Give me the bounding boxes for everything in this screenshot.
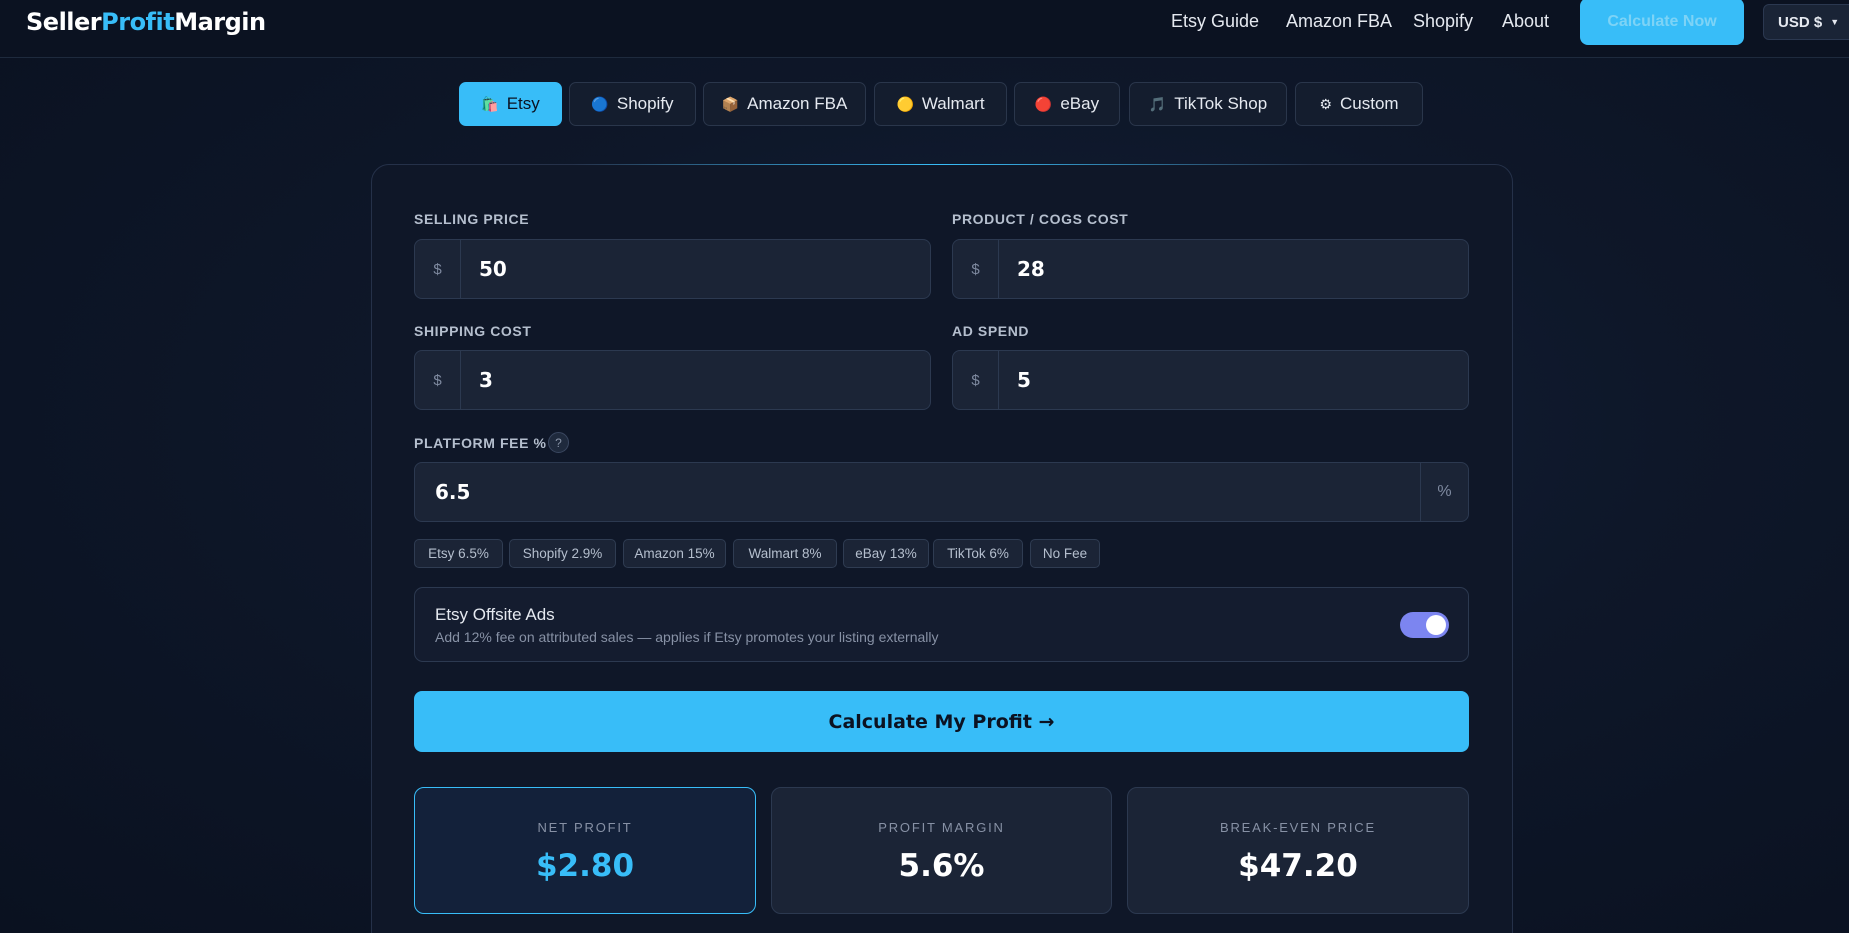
fee-preset-tiktok[interactable]: TikTok 6% [933, 539, 1023, 568]
blue-circle-icon: 🔵 [591, 96, 609, 112]
net-profit-value: $2.80 [535, 848, 635, 884]
fee-preset-amazon[interactable]: Amazon 15% [623, 539, 726, 568]
site-logo[interactable]: SellerProfitMargin [26, 8, 266, 36]
profit-margin-value: 5.6% [898, 848, 985, 884]
platform-fee-value: 6.5 [435, 480, 471, 504]
platform-fee-input[interactable]: 6.5 % [414, 462, 1469, 522]
tab-walmart[interactable]: 🟡 Walmart [874, 82, 1007, 126]
tab-etsy[interactable]: 🛍️ Etsy [459, 82, 562, 126]
selling-price-label: SELLING PRICE [414, 211, 530, 227]
cogs-label: PRODUCT / COGS COST [952, 211, 1129, 227]
tab-label: eBay [1060, 94, 1100, 113]
ad-spend-value: 5 [1017, 368, 1031, 392]
break-even-value: $47.20 [1238, 848, 1358, 884]
currency-label: USD $ [1778, 13, 1823, 31]
offsite-ads-toggle[interactable] [1400, 612, 1449, 638]
red-circle-icon: 🔴 [1034, 96, 1053, 112]
nav-link-amazon-fba[interactable]: Amazon FBA [1286, 11, 1392, 32]
offsite-ads-title: Etsy Offsite Ads [435, 605, 555, 624]
profit-margin-card: PROFIT MARGIN 5.6% [771, 787, 1112, 914]
logo-text-margin: Margin [174, 8, 266, 36]
help-icon[interactable]: ? [548, 432, 569, 453]
selling-price-input[interactable]: $ 50 [414, 239, 931, 299]
tab-label: Etsy [506, 94, 540, 113]
tab-label: Amazon FBA [747, 94, 848, 113]
offsite-ads-description: Add 12% fee on attributed sales — applie… [435, 629, 939, 645]
offsite-ads-option: Etsy Offsite Ads Add 12% fee on attribut… [414, 587, 1469, 662]
ad-spend-input[interactable]: $ 5 [952, 350, 1469, 410]
tab-tiktok-shop[interactable]: 🎵 TikTok Shop [1129, 82, 1287, 126]
platform-fee-label: PLATFORM FEE % [414, 435, 547, 451]
fee-preset-walmart[interactable]: Walmart 8% [733, 539, 837, 568]
calculate-now-button[interactable]: Calculate Now [1580, 0, 1744, 45]
fee-preset-etsy[interactable]: Etsy 6.5% [414, 539, 503, 568]
shipping-cost-value: 3 [479, 368, 493, 392]
net-profit-card: NET PROFIT $2.80 [414, 787, 756, 914]
toggle-knob [1426, 615, 1446, 635]
cogs-value: 28 [1017, 257, 1045, 281]
nav-link-shopify[interactable]: Shopify [1413, 11, 1473, 32]
logo-text-seller: Seller [26, 8, 102, 36]
chevron-down-icon: ▼ [1830, 17, 1840, 27]
tab-label: Shopify [616, 94, 674, 113]
break-even-label: BREAK-EVEN PRICE [1220, 820, 1376, 835]
percent-suffix: % [1420, 463, 1468, 521]
package-icon: 📦 [721, 96, 740, 112]
ad-spend-label: AD SPEND [952, 323, 1030, 339]
dollar-prefix: $ [953, 240, 999, 298]
tab-label: Custom [1339, 94, 1399, 113]
tab-label: TikTok Shop [1174, 94, 1268, 113]
calculate-profit-button[interactable]: Calculate My Profit → [414, 691, 1469, 752]
profit-margin-label: PROFIT MARGIN [878, 820, 1005, 835]
fee-preset-shopify[interactable]: Shopify 2.9% [509, 539, 616, 568]
gear-icon: ⚙ [1319, 96, 1332, 112]
fee-preset-ebay[interactable]: eBay 13% [843, 539, 929, 568]
tab-ebay[interactable]: 🔴 eBay [1014, 82, 1120, 126]
dollar-prefix: $ [415, 351, 461, 409]
nav-link-etsy-guide[interactable]: Etsy Guide [1171, 11, 1259, 32]
platform-tabs: 🛍️ Etsy 🔵 Shopify 📦 Amazon FBA 🟡 Walmart… [0, 82, 1849, 126]
tab-custom[interactable]: ⚙ Custom [1295, 82, 1423, 126]
tab-shopify[interactable]: 🔵 Shopify [569, 82, 696, 126]
selling-price-value: 50 [479, 257, 507, 281]
dollar-prefix: $ [415, 240, 461, 298]
yellow-circle-icon: 🟡 [896, 96, 914, 112]
cogs-input[interactable]: $ 28 [952, 239, 1469, 299]
logo-text-profit: Profit [101, 8, 175, 36]
net-profit-label: NET PROFIT [537, 820, 633, 835]
shipping-cost-input[interactable]: $ 3 [414, 350, 931, 410]
shopping-bag-icon: 🛍️ [481, 96, 499, 112]
top-navbar: SellerProfitMargin Etsy Guide Amazon FBA… [0, 0, 1849, 58]
fee-preset-no-fee[interactable]: No Fee [1030, 539, 1100, 568]
break-even-card: BREAK-EVEN PRICE $47.20 [1127, 787, 1469, 914]
currency-selector[interactable]: USD $ ▼ [1763, 4, 1849, 40]
tab-amazon-fba[interactable]: 📦 Amazon FBA [703, 82, 866, 126]
dollar-prefix: $ [953, 351, 999, 409]
nav-link-about[interactable]: About [1502, 11, 1549, 32]
tab-label: Walmart [921, 94, 985, 113]
music-note-icon: 🎵 [1148, 96, 1167, 112]
shipping-cost-label: SHIPPING COST [414, 323, 532, 339]
